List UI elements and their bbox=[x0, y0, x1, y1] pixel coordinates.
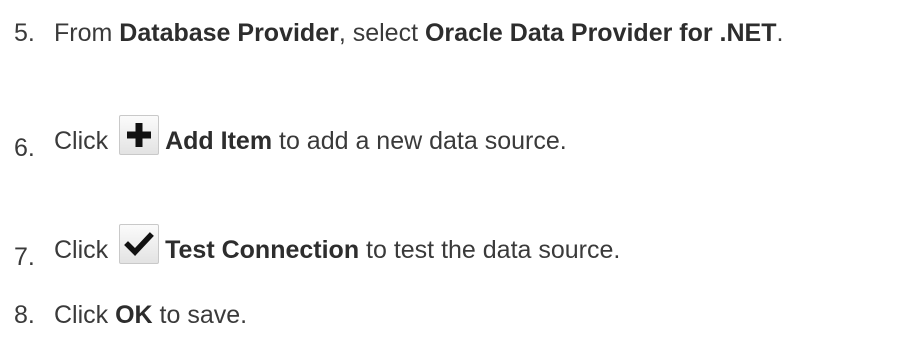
step-text: to add a new data source. bbox=[272, 127, 567, 155]
step-text: Click bbox=[54, 301, 116, 329]
step-text: Click bbox=[54, 236, 116, 264]
oracle-provider-label: Oracle Data Provider for .NET bbox=[424, 19, 777, 47]
step-number: 8. bbox=[14, 301, 35, 329]
step-text: to save. bbox=[152, 301, 248, 329]
checkmark-icon bbox=[119, 224, 160, 264]
checkmark-icon-glyph bbox=[124, 232, 154, 256]
plus-icon-glyph bbox=[127, 123, 152, 147]
step-text: Click bbox=[54, 127, 116, 155]
step-number: 6. bbox=[14, 134, 35, 162]
ok-label: OK bbox=[115, 301, 153, 329]
step-number: 7. bbox=[14, 243, 35, 271]
step-5: 5. From Database Provider, select Oracle … bbox=[14, 18, 783, 48]
step-6: 6. Click Add Item to add a new data sourc… bbox=[14, 115, 567, 162]
step-text: From bbox=[54, 19, 120, 47]
step-text: to test the data source. bbox=[359, 236, 621, 264]
test-connection-label: Test Connection bbox=[165, 236, 360, 264]
database-provider-label: Database Provider bbox=[119, 19, 339, 47]
step-text: . bbox=[776, 19, 784, 47]
step-7: 7. Click Test Connection to test the data… bbox=[14, 224, 621, 271]
step-8: 8. Click OK to save. bbox=[14, 300, 247, 330]
add-item-label: Add Item bbox=[165, 127, 273, 155]
step-number: 5. bbox=[14, 19, 35, 47]
plus-icon bbox=[119, 115, 160, 155]
step-text: , select bbox=[338, 19, 425, 47]
